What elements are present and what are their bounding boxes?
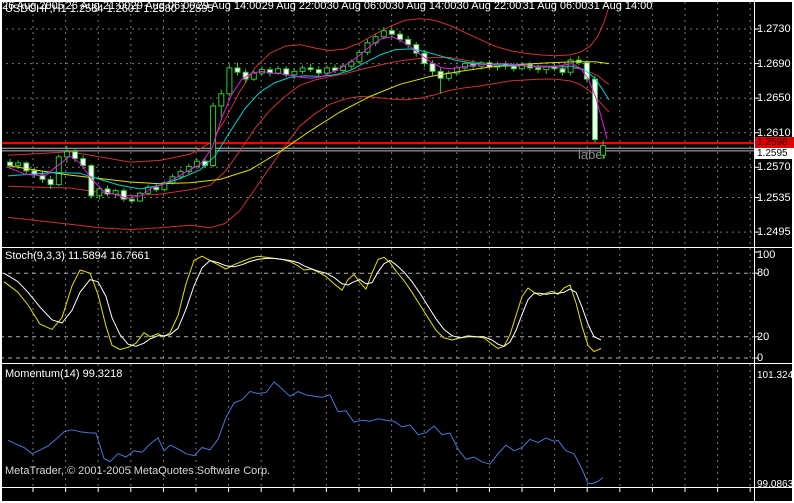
price-axis-label: 1.2495 [757,226,791,238]
momentum-axis-max-label: 101.3243 [757,370,794,381]
metatrader-chart-window: label USDCHF,H1 1.2584 1.2601 1.2580 1.2… [0,0,794,503]
red-hline-price-box: 1.2598 [755,137,794,148]
current-price-box: 1.2595 [755,148,794,159]
price-axis-label: 1.2535 [757,192,791,204]
time-axis-label: 29 Aug 22:00 [261,0,327,12]
stochastic-panel[interactable] [0,248,754,362]
stoch-axis-label: 80 [757,267,770,279]
time-axis-label: 31 Aug 06:00 [522,0,588,12]
time-axis-label: 30 Aug 06:00 [326,0,392,12]
stoch-axis-label: 100 [757,249,776,261]
time-axis-label: 30 Aug 22:00 [456,0,522,12]
stoch-axis-label: 0 [757,352,764,364]
copyright-text: MetaTrader, © 2001-2005 MetaQuotes Softw… [5,465,271,477]
momentum-axis-min-label: 99.0863 [757,479,794,490]
momentum-indicator-label: Momentum(14) 99.3218 [5,368,123,380]
time-axis-label: 31 Aug 14:00 [587,0,653,12]
price-axis-label: 1.2730 [757,23,791,35]
price-axis-label: 1.2690 [757,58,791,70]
price-axis-label: 1.2650 [757,92,791,104]
chart-title: USDCHF,H1 1.2584 1.2601 1.2580 1.2595 [5,3,214,15]
price-axis-label: 1.2570 [757,161,791,173]
stochastic-indicator-label: Stoch(9,3,3) 11.5894 16.7661 [5,250,150,262]
stoch-axis-label: 20 [757,331,770,343]
main-chart-panel[interactable] [0,2,754,246]
time-axis-label: 30 Aug 14:00 [391,0,457,12]
